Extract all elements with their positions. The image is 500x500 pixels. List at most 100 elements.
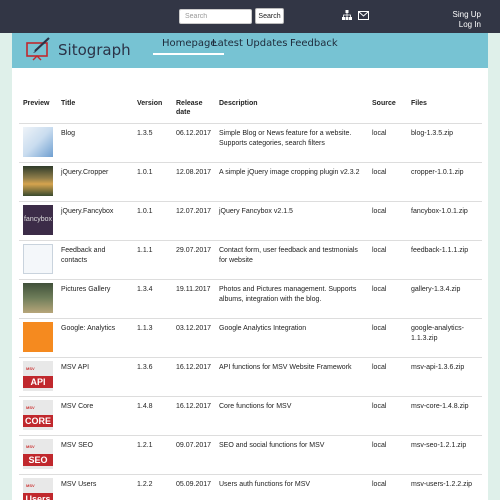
- sitemap-icon[interactable]: [342, 10, 352, 20]
- preview-cell: [19, 123, 57, 163]
- table-row: jQuery.Cropper 1.0.1 12.08.2017 A simple jQ…: [19, 162, 482, 202]
- table-row: MSV CORE MSV Core 1.4.8 16.12.2017 Core funct…: [19, 396, 482, 436]
- module-title[interactable]: Google: Analytics: [57, 318, 133, 358]
- preview-cell: MSV API: [19, 357, 57, 397]
- module-title[interactable]: jQuery.Fancybox: [57, 201, 133, 241]
- preview-cell: fancybox: [19, 201, 57, 241]
- modules-table: Preview Title Version Release date Descr…: [19, 95, 482, 500]
- nav-latest-updates[interactable]: Latest Updates: [212, 38, 288, 53]
- preview-thumbnail[interactable]: MSV CORE: [23, 400, 53, 430]
- module-version: 1.0.1: [133, 201, 172, 241]
- module-title[interactable]: MSV SEO: [57, 435, 133, 475]
- column-header-preview: Preview: [19, 95, 57, 124]
- release-date: 12.08.2017: [172, 162, 215, 202]
- release-date: 16.12.2017: [172, 396, 215, 436]
- preview-thumbnail[interactable]: [23, 322, 53, 352]
- module-version: 1.3.5: [133, 123, 172, 163]
- release-date: 05.09.2017: [172, 474, 215, 500]
- module-description: Users auth functions for MSV: [215, 474, 368, 500]
- preview-thumbnail[interactable]: MSV Users: [23, 478, 53, 500]
- module-source: local: [368, 474, 407, 500]
- module-title[interactable]: MSV Core: [57, 396, 133, 436]
- column-header-files: Files: [407, 95, 482, 124]
- content-panel: Preview Title Version Release date Descr…: [12, 68, 488, 500]
- table-row: Google: Analytics 1.1.3 03.12.2017 Google A…: [19, 318, 482, 358]
- table-row: Blog 1.3.5 06.12.2017 Simple Blog or News f…: [19, 123, 482, 163]
- module-version: 1.2.1: [133, 435, 172, 475]
- module-source: local: [368, 396, 407, 436]
- module-file[interactable]: feedback-1.1.1.zip: [407, 240, 482, 280]
- module-version: 1.1.3: [133, 318, 172, 358]
- module-file[interactable]: msv-seo-1.2.1.zip: [407, 435, 482, 475]
- preview-thumbnail[interactable]: [23, 127, 53, 157]
- preview-cell: MSV CORE: [19, 396, 57, 436]
- thumbnail-label: Users: [23, 493, 53, 500]
- msv-mark: MSV: [26, 483, 35, 488]
- preview-cell: MSV SEO: [19, 435, 57, 475]
- preview-thumbnail[interactable]: [23, 166, 53, 196]
- module-version: 1.2.2: [133, 474, 172, 500]
- login-link[interactable]: Log In: [459, 20, 481, 29]
- search-input[interactable]: [179, 9, 252, 24]
- module-title[interactable]: MSV Users: [57, 474, 133, 500]
- top-bar: Search Sing Up Log In: [0, 0, 500, 33]
- msv-mark: MSV: [26, 444, 35, 449]
- preview-thumbnail[interactable]: MSV SEO: [23, 439, 53, 469]
- module-file[interactable]: msv-core-1.4.8.zip: [407, 396, 482, 436]
- mail-icon[interactable]: [358, 11, 369, 20]
- module-file[interactable]: google-analytics-1.1.3.zip: [407, 318, 482, 358]
- module-title[interactable]: Feedback and contacts: [57, 240, 133, 280]
- module-file[interactable]: blog-1.3.5.zip: [407, 123, 482, 163]
- module-title[interactable]: Pictures Gallery: [57, 279, 133, 319]
- module-source: local: [368, 123, 407, 163]
- module-description: Contact form, user feedback and testmoni…: [215, 240, 368, 280]
- module-file[interactable]: cropper-1.0.1.zip: [407, 162, 482, 202]
- table-row: MSV SEO MSV SEO 1.2.1 09.07.2017 SEO and soci…: [19, 435, 482, 475]
- module-source: local: [368, 435, 407, 475]
- msv-mark: MSV: [26, 366, 35, 371]
- module-title[interactable]: jQuery.Cropper: [57, 162, 133, 202]
- release-date: 12.07.2017: [172, 201, 215, 241]
- module-description: API functions for MSV Website Framework: [215, 357, 368, 397]
- module-source: local: [368, 162, 407, 202]
- preview-cell: MSV Users: [19, 474, 57, 500]
- module-description: Google Analytics Integration: [215, 318, 368, 358]
- thumbnail-label: API: [23, 376, 53, 388]
- release-date: 06.12.2017: [172, 123, 215, 163]
- brand-name[interactable]: Sitograph: [58, 41, 131, 59]
- release-date: 29.07.2017: [172, 240, 215, 280]
- table-header-row: Preview Title Version Release date Descr…: [19, 95, 482, 124]
- signup-link[interactable]: Sing Up: [453, 10, 481, 19]
- search-button[interactable]: Search: [255, 8, 284, 24]
- preview-cell: [19, 162, 57, 202]
- module-version: 1.4.8: [133, 396, 172, 436]
- module-title[interactable]: Blog: [57, 123, 133, 163]
- preview-thumbnail[interactable]: [23, 283, 53, 313]
- release-date: 03.12.2017: [172, 318, 215, 358]
- module-description: Photos and Pictures management. Supports…: [215, 279, 368, 319]
- table-row: MSV Users MSV Users 1.2.2 05.09.2017 Users au…: [19, 474, 482, 500]
- preview-cell: [19, 279, 57, 319]
- preview-thumbnail[interactable]: MSV API: [23, 361, 53, 391]
- table-row: MSV API MSV API 1.3.6 16.12.2017 API function…: [19, 357, 482, 397]
- module-file[interactable]: msv-users-1.2.2.zip: [407, 474, 482, 500]
- module-file[interactable]: gallery-1.3.4.zip: [407, 279, 482, 319]
- module-file[interactable]: msv-api-1.3.6.zip: [407, 357, 482, 397]
- module-title[interactable]: MSV API: [57, 357, 133, 397]
- preview-thumbnail[interactable]: [23, 244, 53, 274]
- column-header-title: Title: [57, 95, 133, 124]
- module-source: local: [368, 357, 407, 397]
- release-date: 16.12.2017: [172, 357, 215, 397]
- module-file[interactable]: fancybox-1.0.1.zip: [407, 201, 482, 241]
- module-description: jQuery Fancybox v2.1.5: [215, 201, 368, 241]
- preview-cell: [19, 240, 57, 280]
- preview-cell: [19, 318, 57, 358]
- sitograph-logo-icon[interactable]: [26, 37, 52, 61]
- release-date: 09.07.2017: [172, 435, 215, 475]
- module-source: local: [368, 240, 407, 280]
- preview-thumbnail[interactable]: fancybox: [23, 205, 53, 235]
- thumbnail-label: SEO: [23, 454, 53, 466]
- main-nav: Sitograph Homepage Latest Updates Feedba…: [12, 33, 488, 68]
- module-version: 1.1.1: [133, 240, 172, 280]
- nav-feedback[interactable]: Feedback: [290, 38, 338, 53]
